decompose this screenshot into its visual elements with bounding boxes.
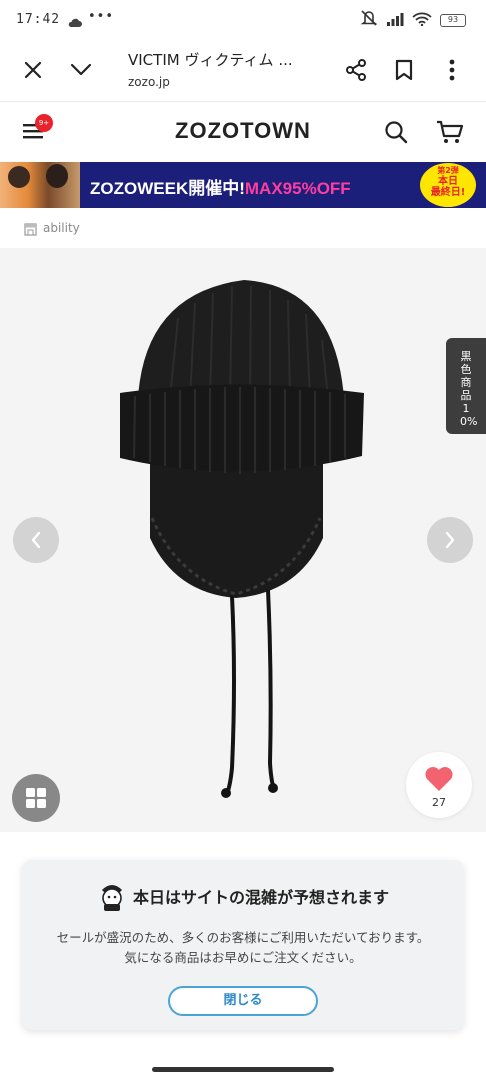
heart-icon xyxy=(425,767,453,791)
grid-icon xyxy=(26,788,46,808)
image-grid-button[interactable] xyxy=(12,774,60,822)
bookmark-icon xyxy=(395,59,413,81)
cloud-icon xyxy=(68,13,82,32)
banner-badge-line2: 最終日! xyxy=(430,186,466,198)
banner-models-image xyxy=(0,162,80,208)
battery-icon: 93 xyxy=(440,13,466,27)
close-tab-button[interactable] xyxy=(19,56,47,84)
mute-icon xyxy=(360,10,378,30)
gesture-bar[interactable] xyxy=(152,1067,334,1072)
mascot-icon xyxy=(101,885,122,911)
close-notice-button[interactable]: 閉じる xyxy=(168,986,318,1016)
next-image-button[interactable] xyxy=(427,517,473,563)
notice-line-2: 気になる商品はお早めにご注文ください。 xyxy=(124,950,362,965)
banner-headline: ZOZOWEEK開催中!MAX95%OFF xyxy=(90,174,351,199)
notice-header: 本日はサイトの混雑が予想されます xyxy=(22,880,464,912)
favorite-count: 27 xyxy=(432,796,446,809)
notice-body: セールが盛況のため、多くのお客様にご利用いただいております。 気になる商品はお早… xyxy=(22,928,464,968)
collapse-button[interactable] xyxy=(67,56,95,84)
chevron-right-icon xyxy=(445,531,455,549)
congestion-notice: 本日はサイトの混雑が予想されます セールが盛況のため、多くのお客様にご利用いただ… xyxy=(22,860,464,1030)
banner-badge-small: 第2弾 xyxy=(437,166,459,175)
banner-badge: 第2弾 本日 最終日! xyxy=(420,163,476,207)
product-image xyxy=(120,280,364,798)
side-tab-label: 黒色商品10% xyxy=(460,350,478,428)
notice-title: 本日はサイトの混雑が予想されます xyxy=(132,888,389,907)
promo-banner[interactable]: ZOZOWEEK開催中!MAX95%OFF 第2弾 本日 最終日! xyxy=(0,162,486,208)
bookmark-button[interactable] xyxy=(390,56,418,84)
wifi-icon xyxy=(412,11,432,30)
cart-icon xyxy=(437,120,464,143)
brand-link[interactable]: ability xyxy=(43,221,80,235)
chevron-down-icon xyxy=(70,63,92,76)
more-notifications-icon: ••• xyxy=(88,9,115,24)
banner-badge-line1: 本日 xyxy=(438,175,458,187)
product-gallery[interactable]: 黒色商品10% 27 xyxy=(0,248,486,832)
brand-row[interactable]: ability xyxy=(0,208,486,248)
share-icon xyxy=(346,59,366,81)
prev-image-button[interactable] xyxy=(13,517,59,563)
chevron-left-icon xyxy=(31,531,41,549)
site-logo[interactable]: ZOZOTOWN xyxy=(0,118,486,144)
page-url: zozo.jp xyxy=(128,75,170,89)
browser-toolbar: VICTIM ヴィクティム ... zozo.jp xyxy=(0,38,486,102)
more-menu-button[interactable] xyxy=(438,56,466,84)
shop-icon xyxy=(24,221,37,240)
status-time: 17:42 xyxy=(16,12,61,27)
page-title: VICTIM ヴィクティム ... xyxy=(128,51,293,69)
black-items-tab[interactable]: 黒色商品10% xyxy=(446,338,486,434)
banner-accent-text: MAX95%OFF xyxy=(244,179,351,198)
banner-main-text: ZOZOWEEK開催中! xyxy=(90,179,245,198)
site-header: 9+ ZOZOTOWN xyxy=(0,102,486,162)
favorite-button[interactable]: 27 xyxy=(406,752,472,818)
close-icon xyxy=(24,61,42,79)
share-button[interactable] xyxy=(342,56,370,84)
status-bar: 17:42 ••• 93 xyxy=(0,0,486,38)
signal-icon xyxy=(386,11,404,30)
search-button[interactable] xyxy=(384,120,408,148)
search-icon xyxy=(385,121,408,144)
cart-button[interactable] xyxy=(436,119,464,149)
notice-line-1: セールが盛況のため、多くのお客様にご利用いただいております。 xyxy=(56,930,430,945)
more-vertical-icon xyxy=(449,59,455,81)
